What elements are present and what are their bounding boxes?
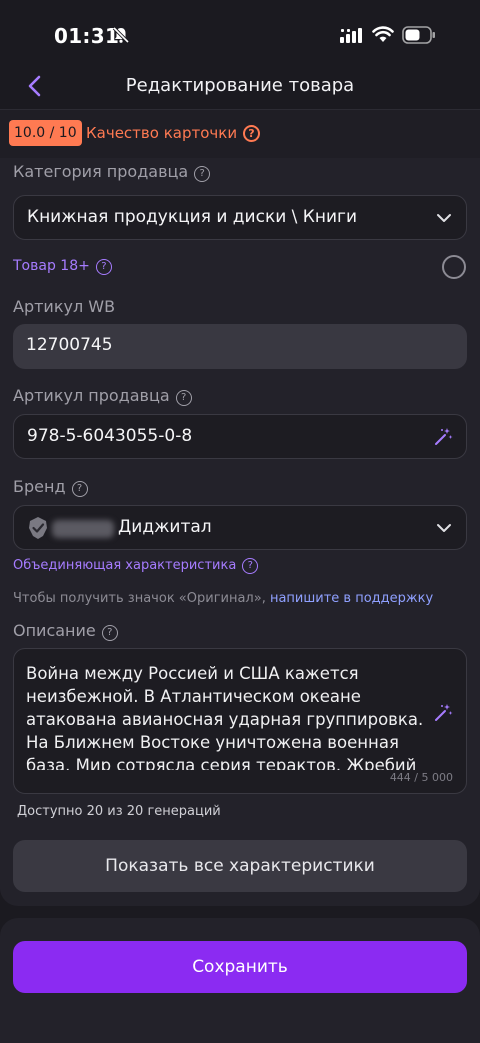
product-form: Категория продавца? Книжная продукция и … [0, 158, 480, 906]
description-text: Война между Россией и США кажется неизбе… [26, 664, 424, 770]
seller-article-help-icon[interactable]: ? [175, 390, 192, 406]
page-title: Редактирование товара [125, 75, 355, 96]
category-label: Категория продавца [13, 162, 189, 181]
magic-wand-icon[interactable] [433, 427, 453, 447]
description-counter: 444 / 5 000 [389, 771, 453, 784]
original-note-text: Чтобы получить значок «Оригинал», [13, 591, 270, 606]
cellular-signal-icon [340, 28, 362, 43]
brand-blurred-part [52, 520, 114, 538]
footer: Сохранить [0, 918, 480, 1043]
quality-label[interactable]: Качество карточки [86, 124, 237, 142]
verified-badge-icon [29, 517, 47, 539]
chevron-down-icon [437, 524, 451, 532]
wb-article-label: Артикул WB [13, 297, 116, 316]
quality-help-icon[interactable]: ? [243, 125, 260, 142]
chevron-down-icon [437, 214, 451, 222]
support-link[interactable]: напишите в поддержку [270, 591, 433, 606]
category-select[interactable]: Книжная продукция и диски \ Книги [13, 195, 467, 240]
brand-help-icon[interactable]: ? [71, 481, 88, 497]
adult-help-icon[interactable]: ? [95, 259, 112, 275]
quality-score-badge: 10.0 / 10 [9, 120, 82, 146]
unifying-characteristic-row[interactable]: Объединяющая характеристика? [13, 558, 259, 574]
wb-article-value: 12700745 [26, 335, 113, 355]
quality-bar: 10.0 / 10 Качество карточки ? [0, 110, 480, 158]
generations-available: Доступно 20 из 20 генераций [17, 804, 221, 819]
brand-label: Бренд [13, 477, 66, 496]
adult-label: Товар 18+ [13, 258, 90, 274]
wifi-icon [372, 26, 394, 42]
status-time: 01:31 [54, 24, 120, 48]
original-badge-note: Чтобы получить значок «Оригинал», напиши… [13, 591, 433, 606]
adult-checkbox[interactable] [442, 255, 466, 279]
category-label-row: Категория продавца? [13, 162, 211, 182]
unifying-characteristic-link[interactable]: Объединяющая характеристика [13, 558, 236, 573]
seller-article-input[interactable]: 978-5-6043055-0-8 [13, 414, 467, 459]
battery-icon [402, 26, 435, 44]
navigation-bar: Редактирование товара [0, 60, 480, 110]
description-label: Описание [13, 621, 96, 640]
seller-article-value: 978-5-6043055-0-8 [27, 426, 193, 446]
description-textarea[interactable]: Война между Россией и США кажется неизбе… [13, 648, 467, 794]
brand-select[interactable]: Диджитал [13, 505, 467, 550]
wb-article-field: 12700745 [13, 324, 467, 369]
description-label-row: Описание? [13, 621, 118, 641]
category-value: Книжная продукция и диски \ Книги [27, 207, 358, 227]
description-help-icon[interactable]: ? [101, 625, 118, 641]
brand-value: Диджитал [118, 517, 212, 537]
seller-article-label: Артикул продавца [13, 386, 170, 405]
save-button[interactable]: Сохранить [13, 941, 467, 993]
brand-label-row: Бренд? [13, 477, 88, 497]
bell-muted-icon [112, 26, 130, 44]
category-help-icon[interactable]: ? [194, 166, 211, 182]
adult-label-row: Товар 18+? [13, 258, 112, 275]
show-all-characteristics-button[interactable]: Показать все характеристики [13, 840, 467, 892]
seller-article-label-row: Артикул продавца? [13, 386, 192, 406]
magic-wand-icon[interactable] [433, 703, 453, 723]
unifying-help-icon[interactable]: ? [242, 558, 259, 574]
